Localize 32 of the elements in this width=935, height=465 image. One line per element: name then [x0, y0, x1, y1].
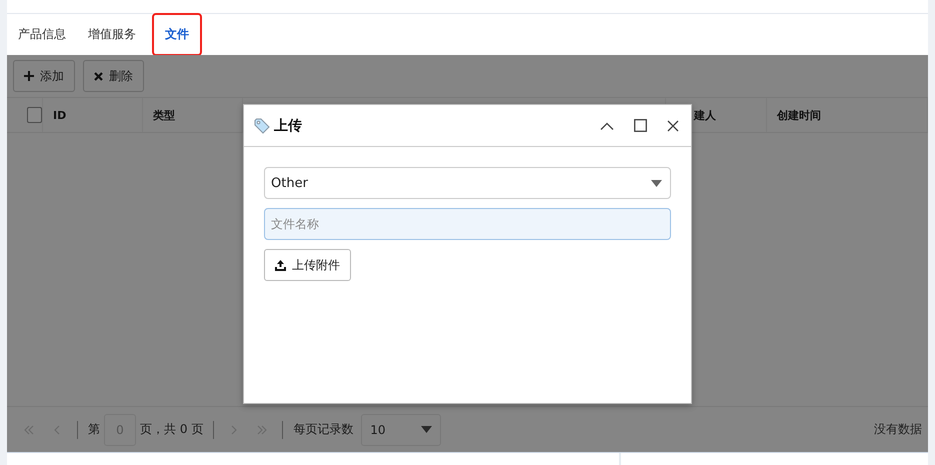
- page-size-select[interactable]: 10: [361, 414, 442, 446]
- type-select[interactable]: Other: [264, 167, 671, 199]
- add-button[interactable]: 添加: [13, 60, 75, 92]
- delete-button[interactable]: 删除: [83, 60, 144, 92]
- plus-icon: [24, 71, 34, 81]
- select-all-checkbox[interactable]: [27, 107, 42, 123]
- caret-icon: [421, 426, 432, 433]
- column-header: 创建时间: [777, 108, 821, 122]
- upload-attachment-button[interactable]: 上传附件: [264, 249, 351, 281]
- file-name-field[interactable]: 文件名称: [264, 208, 671, 240]
- first-page-icon[interactable]: [24, 424, 34, 434]
- page-size-label: 每页记录数: [293, 421, 354, 438]
- page-total-label: 页，共 0 页: [140, 421, 204, 438]
- empty-message: 没有数据: [874, 421, 922, 438]
- column-header: 类型: [153, 108, 175, 122]
- tab[interactable]: 增值服务: [77, 14, 147, 55]
- next-page-icon[interactable]: [229, 424, 240, 434]
- dialog-title: 上传: [274, 116, 303, 134]
- tag-icon: [254, 118, 270, 134]
- tab[interactable]: 文件: [153, 14, 201, 55]
- page-label: 第: [88, 421, 100, 438]
- collapse-icon[interactable]: [600, 122, 614, 130]
- maximize-icon[interactable]: [634, 119, 647, 132]
- tab[interactable]: 产品信息: [7, 14, 77, 55]
- last-page-icon[interactable]: [257, 424, 268, 434]
- close-icon: [94, 72, 103, 80]
- caret-icon: [651, 180, 662, 186]
- column-header: 建人: [694, 108, 716, 122]
- column-header: ID: [53, 108, 66, 122]
- upload-icon: [275, 260, 286, 270]
- close-icon[interactable]: [667, 120, 679, 132]
- previous-page-icon[interactable]: [52, 424, 62, 434]
